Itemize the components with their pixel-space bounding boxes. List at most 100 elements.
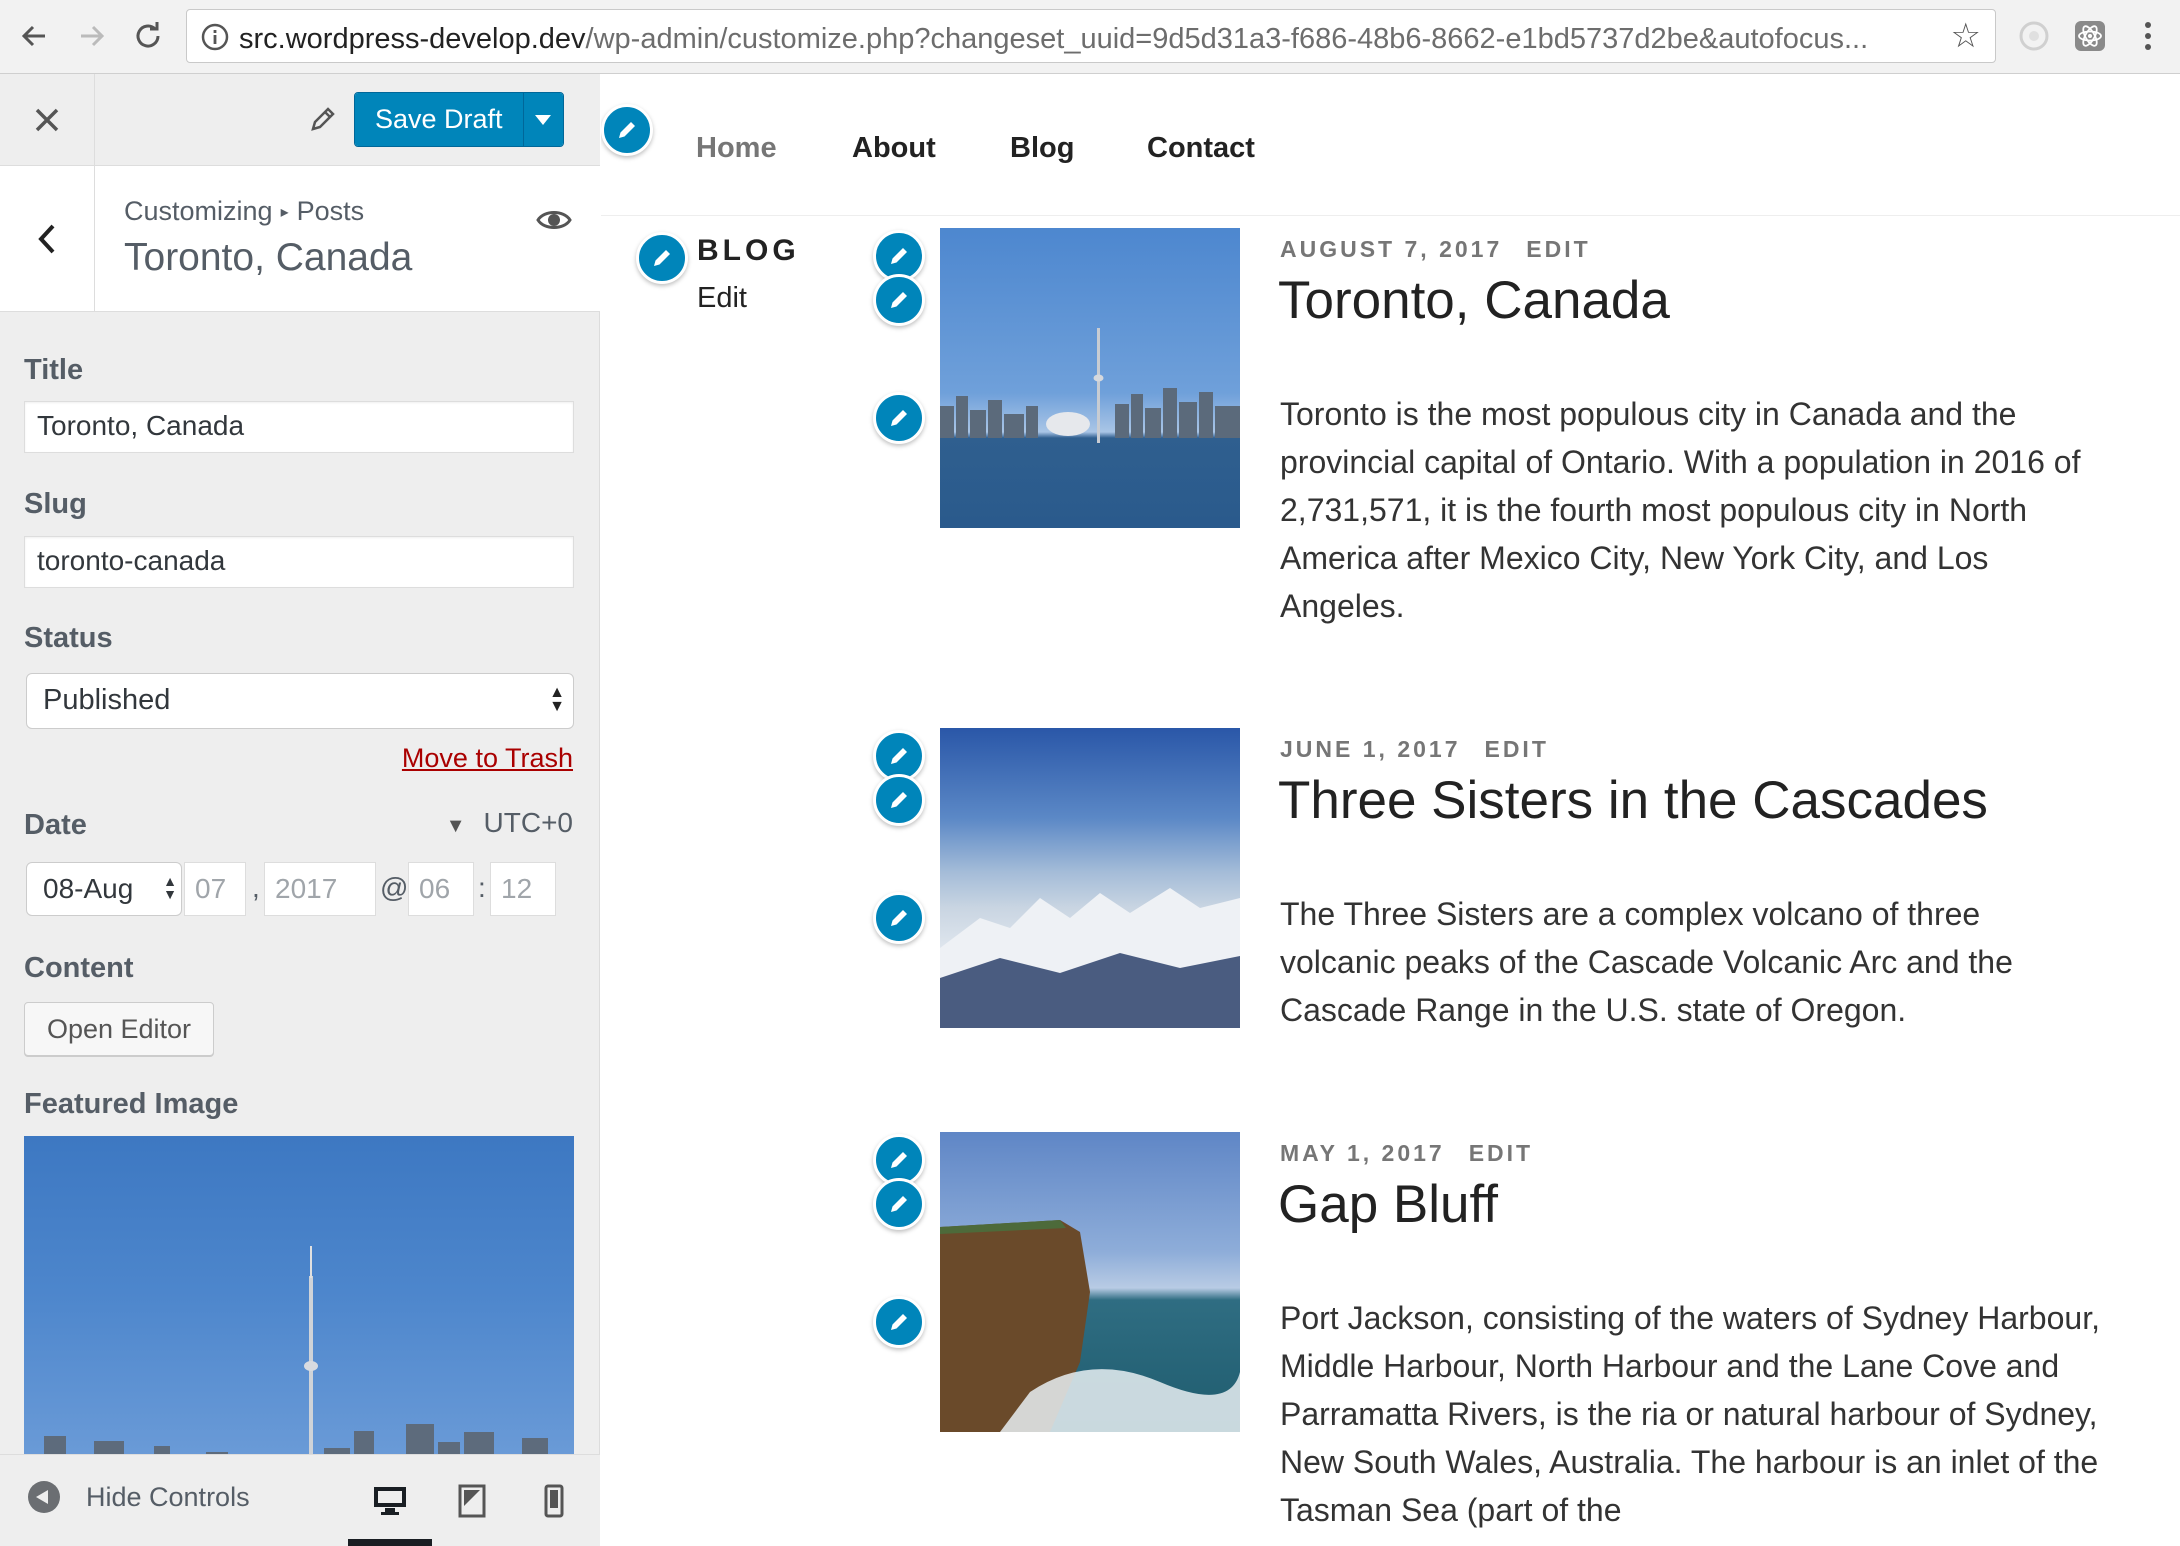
pencil-icon <box>891 292 907 308</box>
address-bar[interactable]: src.wordpress-develop.dev/wp-admin/custo… <box>186 9 1996 63</box>
date-month-select[interactable]: 08-Aug ▲ ▼ <box>26 862 182 916</box>
post-excerpt: Port Jackson, consisting of the waters o… <box>1280 1300 2100 1528</box>
select-arrows-icon: ▲ ▼ <box>163 873 177 902</box>
date-colon: : <box>478 872 486 903</box>
post-title[interactable]: Three Sisters in the Cascades <box>1278 770 1988 831</box>
triangle-down-icon: ▼ <box>445 815 466 837</box>
status-value: Published <box>43 684 171 716</box>
section-title: Toronto, Canada <box>124 236 413 279</box>
bookmark-star-icon[interactable]: ☆ <box>1951 19 1981 53</box>
browser-menu-icon[interactable] <box>2128 16 2168 56</box>
post-date[interactable]: JUNE 1, 2017 <box>1280 736 1460 762</box>
date-year-input[interactable]: 2017 <box>264 862 376 916</box>
pencil-icon[interactable] <box>308 104 338 139</box>
cascades-thumbnail-image <box>940 888 1240 1028</box>
date-month-value: 08-Aug <box>43 873 134 904</box>
pencil-icon <box>619 122 635 138</box>
post-title[interactable]: Gap Bluff <box>1278 1174 1498 1235</box>
nav-contact[interactable]: Contact <box>1147 132 1255 165</box>
tablet-preview-button[interactable] <box>448 1477 496 1525</box>
save-draft-button[interactable]: Save Draft <box>354 92 564 147</box>
status-label: Status <box>24 622 113 654</box>
slug-label: Slug <box>24 488 87 520</box>
edit-title-shortcut[interactable] <box>873 274 925 326</box>
site-navigation: Home About Blog Contact <box>601 74 2180 216</box>
widget-edit-link[interactable]: Edit <box>697 282 747 315</box>
post-thumbnail[interactable] <box>940 228 1240 528</box>
gap-bluff-thumbnail-image <box>940 1220 1240 1432</box>
post-date[interactable]: MAY 1, 2017 <box>1280 1140 1445 1166</box>
status-select[interactable]: Published ▲ ▼ <box>26 673 574 729</box>
desktop-preview-button[interactable] <box>366 1477 414 1525</box>
post-excerpt: The Three Sisters are a complex volcano … <box>1280 896 2013 1028</box>
forward-arrow-icon[interactable] <box>72 16 112 56</box>
content-label: Content <box>24 952 134 984</box>
nav-about[interactable]: About <box>852 132 936 165</box>
timezone-toggle[interactable]: ▼ UTC+0 <box>446 807 573 839</box>
post-meta: MAY 1, 2017 EDIT <box>1280 1140 1533 1167</box>
post-date[interactable]: AUGUST 7, 2017 <box>1280 236 1502 262</box>
toronto-thumbnail-image <box>940 328 1240 443</box>
edit-title-shortcut[interactable] <box>873 1178 925 1230</box>
mobile-preview-button[interactable] <box>530 1477 578 1525</box>
caret-down-icon <box>535 114 552 125</box>
nav-blog[interactable]: Blog <box>1010 132 1074 165</box>
pencil-icon <box>891 1314 907 1330</box>
info-icon[interactable] <box>201 23 229 56</box>
breadcrumb-separator-icon: ▸ <box>280 204 289 221</box>
publish-settings-toggle[interactable] <box>522 93 563 146</box>
url-path: /wp-admin/customize.php?changeset_uuid=9… <box>585 23 1869 55</box>
slug-input[interactable]: toronto-canada <box>24 536 574 588</box>
breadcrumb-section: Posts <box>296 196 365 226</box>
post-edit-link[interactable]: EDIT <box>1469 1140 1533 1166</box>
customizer-footer: Hide Controls <box>0 1454 600 1546</box>
post-thumbnail[interactable] <box>940 1132 1240 1432</box>
post-title[interactable]: Toronto, Canada <box>1278 270 1670 331</box>
breadcrumb-root: Customizing <box>124 196 273 226</box>
title-label: Title <box>24 354 84 386</box>
collapse-arrow-icon <box>28 1481 60 1513</box>
post-edit-link[interactable]: EDIT <box>1484 736 1548 762</box>
browser-toolbar: src.wordpress-develop.dev/wp-admin/custo… <box>0 0 2180 74</box>
edit-title-shortcut[interactable] <box>873 774 925 826</box>
pencil-icon <box>891 910 907 926</box>
timezone-value: UTC+0 <box>483 807 573 838</box>
edit-content-shortcut[interactable] <box>873 392 925 444</box>
nav-home[interactable]: Home <box>696 132 777 165</box>
edit-content-shortcut[interactable] <box>873 892 925 944</box>
react-devtools-icon[interactable] <box>2070 16 2110 56</box>
back-arrow-icon[interactable] <box>14 16 54 56</box>
customizer-header: Save Draft <box>0 74 600 166</box>
back-button[interactable] <box>0 166 95 312</box>
url-text: src.wordpress-develop.dev/wp-admin/custo… <box>239 23 1868 56</box>
chevron-left-icon <box>38 224 55 254</box>
extension-icon[interactable] <box>2014 16 2054 56</box>
hide-controls-label: Hide Controls <box>86 1481 250 1512</box>
edit-content-shortcut[interactable] <box>873 1296 925 1348</box>
pencil-icon <box>891 792 907 808</box>
section-header: Customizing ▸ Posts Toronto, Canada <box>0 166 600 312</box>
move-to-trash-link[interactable]: Move to Trash <box>402 743 573 774</box>
post-thumbnail[interactable] <box>940 728 1240 1028</box>
pencil-icon <box>891 748 907 764</box>
open-editor-button[interactable]: Open Editor <box>24 1002 214 1056</box>
breadcrumb: Customizing ▸ Posts <box>124 196 364 227</box>
edit-menu-shortcut[interactable] <box>601 104 653 156</box>
post-meta: AUGUST 7, 2017 EDIT <box>1280 236 1591 263</box>
close-icon <box>35 108 59 132</box>
post-edit-link[interactable]: EDIT <box>1526 236 1590 262</box>
post-excerpt: Toronto is the most populous city in Can… <box>1280 396 2081 624</box>
date-hour-input[interactable]: 06 <box>408 862 474 916</box>
hide-controls-button[interactable]: Hide Controls <box>28 1481 250 1513</box>
title-input[interactable]: Toronto, Canada <box>24 401 574 453</box>
pencil-icon <box>891 1152 907 1168</box>
eye-icon[interactable] <box>536 208 572 237</box>
date-minute-input[interactable]: 12 <box>490 862 556 916</box>
pencil-icon <box>891 1196 907 1212</box>
save-draft-label[interactable]: Save Draft <box>355 93 523 146</box>
date-day-input[interactable]: 07 <box>184 862 246 916</box>
edit-widget-shortcut[interactable] <box>636 232 688 284</box>
date-label: Date <box>24 809 87 841</box>
reload-icon[interactable] <box>128 16 168 56</box>
close-customizer-button[interactable] <box>0 74 95 166</box>
